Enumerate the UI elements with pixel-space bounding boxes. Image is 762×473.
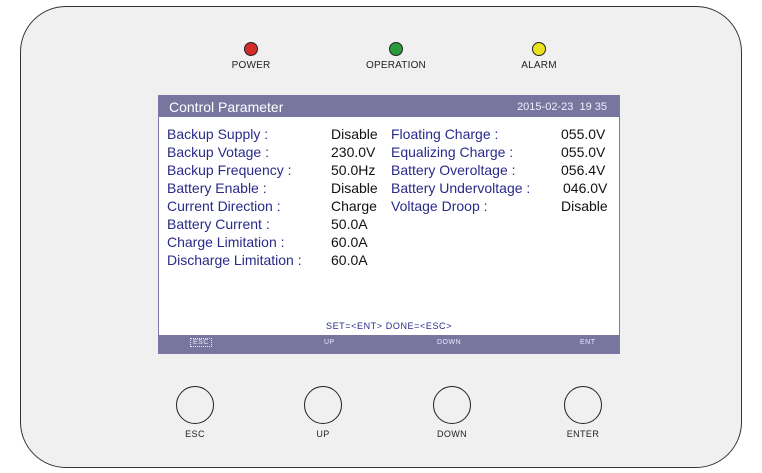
screen-date: 2015-02-23 xyxy=(517,101,574,113)
esc-button-label: ESC xyxy=(185,429,205,439)
param-label: Battery Enable : xyxy=(167,180,267,196)
param-label: Charge Limitation : xyxy=(167,234,285,250)
param-value: 230.0V xyxy=(331,144,376,160)
power-indicator: POWER xyxy=(196,42,306,71)
softkey-ent: ENT xyxy=(580,339,596,346)
param-label: Battery Undervoltage : xyxy=(391,180,531,196)
operation-label: OPERATION xyxy=(366,60,426,71)
enter-button[interactable] xyxy=(564,386,602,424)
param-label: Current Direction : xyxy=(167,198,281,214)
param-label: Voltage Droop : xyxy=(391,198,488,214)
param-label: Backup Frequency : xyxy=(167,162,292,178)
softkey-bar: ESC UP DOWN ENT xyxy=(159,335,619,353)
param-value: 60.0A xyxy=(331,234,368,250)
softkey-esc: ESC xyxy=(190,338,212,347)
param-label: Equalizing Charge : xyxy=(391,144,514,160)
param-value: 055.0V xyxy=(561,144,606,160)
lcd-screen: Control Parameter 2015-02-23 19 35 Backu… xyxy=(158,95,620,354)
power-label: POWER xyxy=(231,60,271,71)
param-value: 50.0Hz xyxy=(331,162,376,178)
param-label: Backup Supply : xyxy=(167,126,269,142)
param-label: Discharge Limitation : xyxy=(167,252,302,268)
param-value: Disable xyxy=(331,126,378,142)
param-value: Disable xyxy=(331,180,378,196)
screen-time: 19 35 xyxy=(579,101,607,113)
param-value: 046.0V xyxy=(563,180,608,196)
enter-button-group: ENTER xyxy=(543,386,623,439)
up-button-group: UP xyxy=(283,386,363,439)
screen-datetime: 2015-02-23 19 35 xyxy=(517,101,607,113)
param-value: Charge xyxy=(331,198,377,214)
operation-indicator: OPERATION xyxy=(341,42,451,71)
alarm-indicator: ALARM xyxy=(484,42,594,71)
param-label: Battery Overoltage : xyxy=(391,162,516,178)
parameter-list: Backup Supply : Disable Backup Votage : … xyxy=(159,117,619,335)
up-button[interactable] xyxy=(304,386,342,424)
param-value: 056.4V xyxy=(561,162,606,178)
param-label: Floating Charge : xyxy=(391,126,499,142)
param-label: Backup Votage : xyxy=(167,144,269,160)
operation-led-icon xyxy=(389,42,403,56)
down-button-label: DOWN xyxy=(436,429,468,439)
screen-hint: SET=<ENT> DONE=<ESC> xyxy=(325,321,453,331)
alarm-led-icon xyxy=(532,42,546,56)
softkey-up: UP xyxy=(324,339,335,346)
esc-button-group: ESC xyxy=(155,386,235,439)
enter-button-label: ENTER xyxy=(566,429,600,439)
param-value: Disable xyxy=(561,198,608,214)
down-button[interactable] xyxy=(433,386,471,424)
param-value: 50.0A xyxy=(331,216,368,232)
screen-title: Control Parameter xyxy=(169,99,284,115)
param-value: 055.0V xyxy=(561,126,606,142)
power-led-icon xyxy=(244,42,258,56)
down-button-group: DOWN xyxy=(412,386,492,439)
softkey-down: DOWN xyxy=(437,339,462,346)
param-label: Battery Current : xyxy=(167,216,270,232)
esc-button[interactable] xyxy=(176,386,214,424)
param-value: 60.0A xyxy=(331,252,368,268)
alarm-label: ALARM xyxy=(521,60,557,71)
up-button-label: UP xyxy=(316,429,330,439)
screen-title-bar: Control Parameter 2015-02-23 19 35 xyxy=(159,96,619,117)
